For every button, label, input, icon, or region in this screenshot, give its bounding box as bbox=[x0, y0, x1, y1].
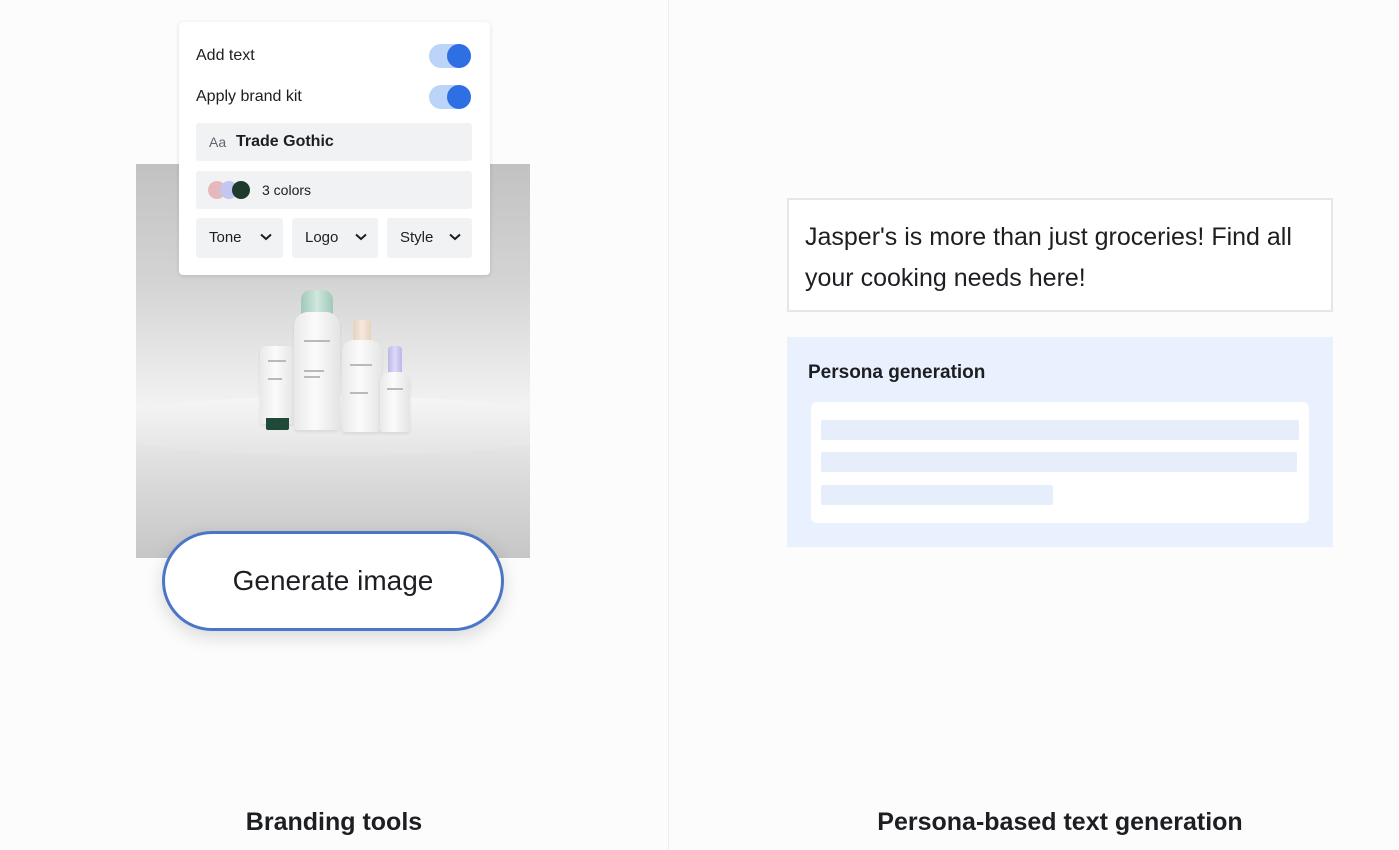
color-swatches bbox=[208, 181, 254, 199]
section-divider bbox=[668, 0, 669, 850]
apply-brand-kit-toggle[interactable] bbox=[429, 85, 471, 109]
product-tube-cap bbox=[266, 418, 289, 430]
toggle-knob bbox=[447, 44, 471, 68]
persona-output-placeholder bbox=[811, 402, 1309, 523]
branding-panel: Add text Apply brand kit Aa Trade Gothic… bbox=[179, 22, 490, 275]
font-selector[interactable]: Aa Trade Gothic bbox=[196, 123, 472, 161]
skeleton-line bbox=[821, 420, 1299, 440]
product-pump-bottle bbox=[342, 340, 382, 432]
chevron-down-icon bbox=[355, 233, 367, 241]
generated-text-box: Jasper's is more than just groceries! Fi… bbox=[787, 198, 1333, 312]
apply-brand-kit-label: Apply brand kit bbox=[196, 88, 302, 105]
persona-card-title: Persona generation bbox=[808, 362, 986, 383]
font-name: Trade Gothic bbox=[236, 133, 334, 150]
persona-caption: Persona-based text generation bbox=[877, 808, 1243, 836]
product-bottle bbox=[294, 312, 340, 430]
font-icon: Aa bbox=[209, 134, 227, 150]
generate-image-button[interactable]: Generate image bbox=[162, 531, 504, 631]
chevron-down-icon bbox=[260, 233, 272, 241]
tone-label: Tone bbox=[209, 229, 242, 246]
toggle-knob bbox=[447, 85, 471, 109]
product-pump-cap bbox=[353, 320, 371, 342]
chevron-down-icon bbox=[449, 233, 461, 241]
logo-label: Logo bbox=[305, 229, 339, 246]
add-text-label: Add text bbox=[196, 47, 255, 64]
product-dropper-bottle bbox=[380, 372, 410, 432]
tone-dropdown[interactable]: Tone bbox=[196, 218, 283, 258]
skeleton-line bbox=[821, 452, 1297, 472]
branding-tools-caption: Branding tools bbox=[245, 808, 423, 836]
persona-generation-card: Persona generation bbox=[787, 337, 1333, 547]
product-tube bbox=[260, 346, 294, 424]
logo-dropdown[interactable]: Logo bbox=[292, 218, 378, 258]
color-palette-selector[interactable]: 3 colors bbox=[196, 171, 472, 209]
skeleton-line bbox=[821, 485, 1053, 505]
colors-count: 3 colors bbox=[262, 182, 312, 198]
style-label: Style bbox=[400, 229, 434, 246]
color-swatch bbox=[232, 181, 250, 199]
style-dropdown[interactable]: Style bbox=[387, 218, 472, 258]
add-text-toggle[interactable] bbox=[429, 44, 471, 68]
product-dropper-cap bbox=[388, 346, 402, 374]
